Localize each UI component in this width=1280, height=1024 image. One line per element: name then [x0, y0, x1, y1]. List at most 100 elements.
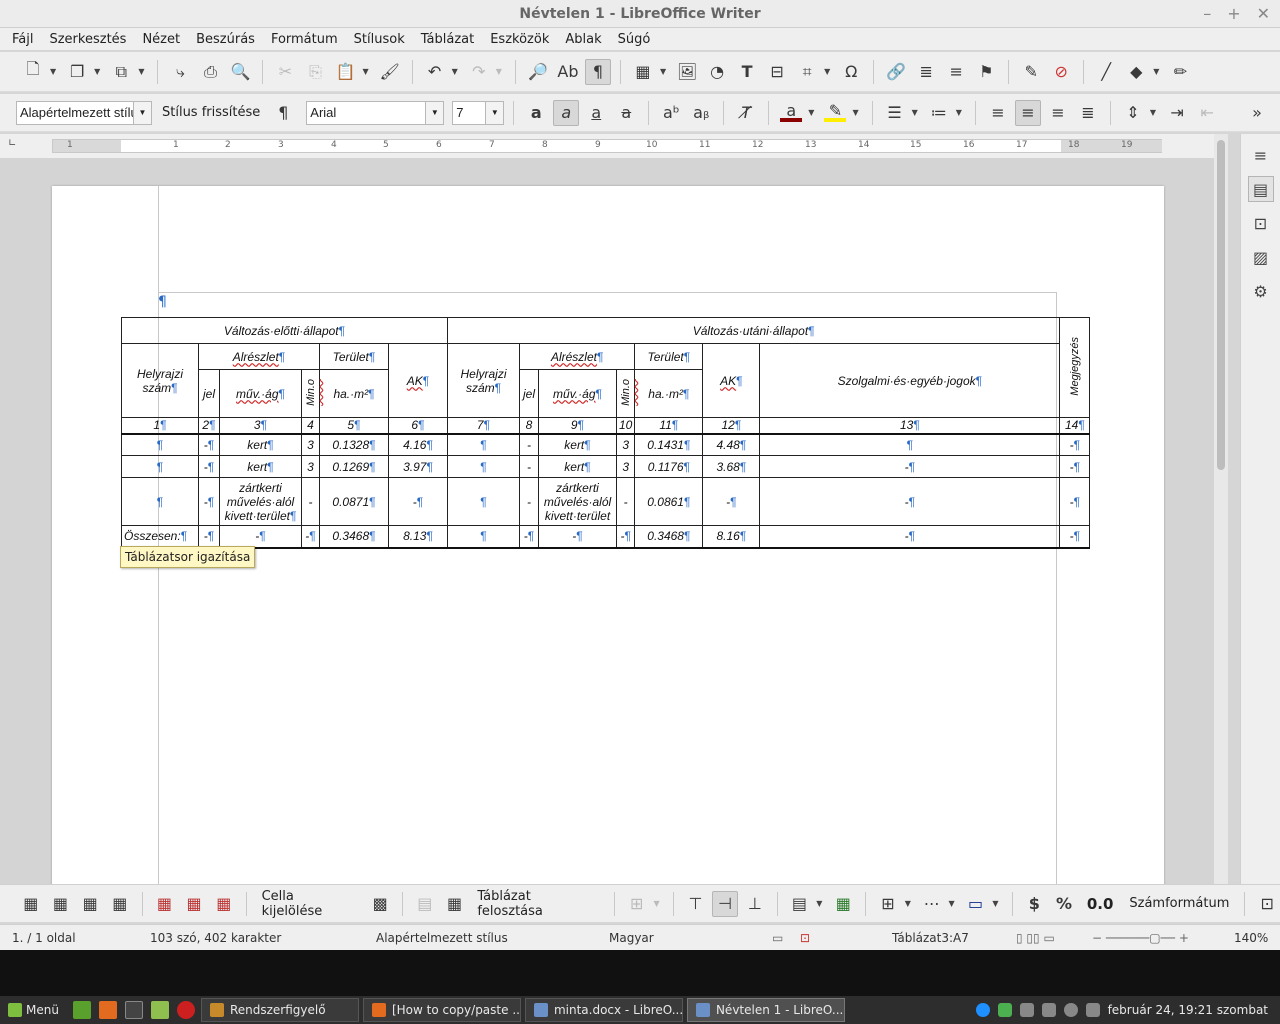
formatting-marks-icon[interactable]: ¶: [584, 58, 611, 85]
table-cell[interactable]: Összesen:¶: [121, 525, 199, 549]
table-cell[interactable]: 11¶: [634, 417, 704, 435]
underline-icon[interactable]: a: [583, 100, 609, 126]
table-cell[interactable]: ¶: [121, 433, 199, 456]
table-cell[interactable]: 0.1328¶: [319, 433, 389, 456]
update-style-button[interactable]: Stílus frissítése: [156, 105, 266, 120]
templates-icon[interactable]: ❐: [64, 59, 90, 85]
page-break-icon[interactable]: ⊟: [764, 59, 790, 85]
insert-caption-icon[interactable]: ⊡: [1254, 891, 1280, 917]
special-character-icon[interactable]: Ω: [838, 59, 864, 85]
hyperlink-icon[interactable]: 🔗: [883, 59, 909, 85]
table-cell[interactable]: -: [519, 477, 539, 526]
table-cell[interactable]: 5¶: [319, 417, 389, 435]
bullet-dropdown-icon[interactable]: ▼: [912, 108, 918, 117]
navigator-icon[interactable]: ⚙: [1248, 278, 1274, 304]
table-cell[interactable]: 7¶: [447, 417, 520, 435]
zoom-level[interactable]: 140%: [1234, 931, 1268, 945]
update-manager-icon[interactable]: [1019, 1003, 1034, 1017]
table-header-cell[interactable]: jel: [519, 369, 539, 418]
select-column-icon[interactable]: ▦: [48, 891, 74, 917]
align-top-icon[interactable]: ⊤: [683, 891, 709, 917]
merge-cells-icon[interactable]: ▩: [367, 891, 393, 917]
font-size-box[interactable]: 7 ▼: [452, 100, 505, 125]
bookmark-icon[interactable]: ⚑: [973, 59, 999, 85]
highlight-dropdown-icon[interactable]: ▼: [852, 108, 858, 117]
table-header-cell[interactable]: műv.·ág¶: [219, 369, 302, 418]
border-style-dropdown-icon[interactable]: ▼: [949, 899, 955, 908]
files-icon[interactable]: [150, 1001, 169, 1019]
paste-dropdown-icon[interactable]: ▼: [362, 67, 368, 76]
document-modified-icon[interactable]: ⊡: [800, 931, 810, 945]
table-cell[interactable]: 3: [301, 455, 320, 478]
table-cell[interactable]: 0.3468¶: [634, 525, 704, 549]
spelling-icon[interactable]: Ab: [555, 59, 581, 85]
table-header-cell[interactable]: Alrészlet¶: [198, 343, 320, 370]
table-cell[interactable]: -¶: [519, 525, 539, 549]
table-header-cell[interactable]: AK¶: [388, 343, 448, 418]
page-count[interactable]: 1. / 1 oldal: [12, 931, 76, 945]
basic-shapes-icon[interactable]: ◆: [1123, 59, 1149, 85]
undo-icon[interactable]: ↶: [422, 59, 448, 85]
optimize-dropdown-icon[interactable]: ▼: [654, 899, 660, 908]
field-dropdown-icon[interactable]: ▼: [824, 67, 830, 76]
new-document-icon[interactable]: 🗋: [20, 59, 46, 85]
templates-dropdown-icon[interactable]: ▼: [94, 67, 100, 76]
line-spacing-dropdown-icon[interactable]: ▼: [1150, 108, 1156, 117]
menu-styles[interactable]: Stílusok: [346, 32, 413, 47]
sidebar-menu-icon[interactable]: ≡: [1248, 142, 1274, 168]
borders-dropdown-icon[interactable]: ▼: [905, 899, 911, 908]
print-preview-icon[interactable]: 🔍: [227, 59, 253, 85]
table-cell[interactable]: -¶: [538, 525, 617, 549]
table-cell[interactable]: 3.68¶: [702, 455, 761, 478]
table-cell[interactable]: ¶: [759, 433, 1061, 456]
table-cell[interactable]: 9¶: [538, 417, 617, 435]
align-bottom-icon[interactable]: ⊥: [742, 891, 768, 917]
table-cell[interactable]: 0.0861¶: [634, 477, 704, 526]
firefox-icon[interactable]: [98, 1001, 117, 1019]
percent-icon[interactable]: %: [1051, 891, 1077, 917]
table-cell[interactable]: 4: [301, 417, 320, 435]
table-cell[interactable]: 0.1431¶: [634, 433, 704, 456]
menu-insert[interactable]: Beszúrás: [188, 32, 263, 47]
table-cell[interactable]: ¶: [121, 477, 199, 526]
split-table-icon[interactable]: ▦: [442, 891, 468, 917]
table-cell[interactable]: 12¶: [702, 417, 761, 435]
data-table[interactable]: Változás·előtti·állapot¶ Változás·utáni·…: [121, 317, 1091, 549]
table-header-cell[interactable]: AK¶: [702, 343, 761, 418]
horizontal-ruler[interactable]: 1 1 2 3 4 5 6 7 8 9 10 11 12 13 14 15 16…: [52, 139, 1162, 153]
table-cell[interactable]: ¶: [447, 525, 520, 549]
decrease-indent-icon[interactable]: ⇤: [1194, 100, 1220, 126]
optimize-size-icon[interactable]: ⊞: [624, 891, 650, 917]
currency-icon[interactable]: $: [1022, 891, 1048, 917]
table-header-cell[interactable]: Változás·előtti·állapot¶: [121, 317, 448, 344]
select-cell-button[interactable]: Cella kijelölése: [256, 889, 364, 919]
task-firefox[interactable]: [How to copy/paste ...: [362, 998, 521, 1022]
show-desktop-icon[interactable]: [72, 1001, 91, 1019]
delete-rows-icon[interactable]: ▦: [152, 891, 178, 917]
table-cell[interactable]: 3: [615, 455, 636, 478]
table-cell[interactable]: 8.16¶: [702, 525, 761, 549]
start-menu-button[interactable]: Menü: [8, 1003, 59, 1017]
chevron-down-icon[interactable]: ▼: [133, 101, 151, 124]
font-color-dropdown-icon[interactable]: ▼: [808, 108, 814, 117]
pen-icon[interactable]: [1085, 1003, 1100, 1017]
find-replace-icon[interactable]: 🔎: [525, 59, 551, 85]
menu-table[interactable]: Táblázat: [413, 32, 482, 47]
insert-mode-icon[interactable]: ▭: [772, 931, 783, 945]
increase-indent-icon[interactable]: ⇥: [1164, 100, 1190, 126]
table-cell[interactable]: 13¶: [759, 417, 1061, 435]
insert-table-icon[interactable]: ▦: [630, 59, 656, 85]
table-header-cell[interactable]: Min.o: [615, 369, 636, 418]
table-header-cell[interactable]: Szolgalmi·és·egyéb·jogok¶: [759, 343, 1061, 418]
word-count[interactable]: 103 szó, 402 karakter: [150, 931, 281, 945]
delete-columns-icon[interactable]: ▦: [181, 891, 207, 917]
menu-file[interactable]: Fájl: [4, 32, 41, 47]
shield-icon[interactable]: [997, 1003, 1012, 1017]
table-cell[interactable]: -¶: [198, 477, 220, 526]
shapes-dropdown-icon[interactable]: ▼: [1153, 67, 1159, 76]
copy-icon[interactable]: ⎘: [302, 59, 328, 85]
table-cell[interactable]: -¶: [388, 477, 448, 526]
table-cell[interactable]: 4.48¶: [702, 433, 761, 456]
table-header-cell[interactable]: Változás·utáni·állapot¶: [446, 317, 1061, 344]
table-cell[interactable]: 14¶: [1059, 417, 1091, 435]
